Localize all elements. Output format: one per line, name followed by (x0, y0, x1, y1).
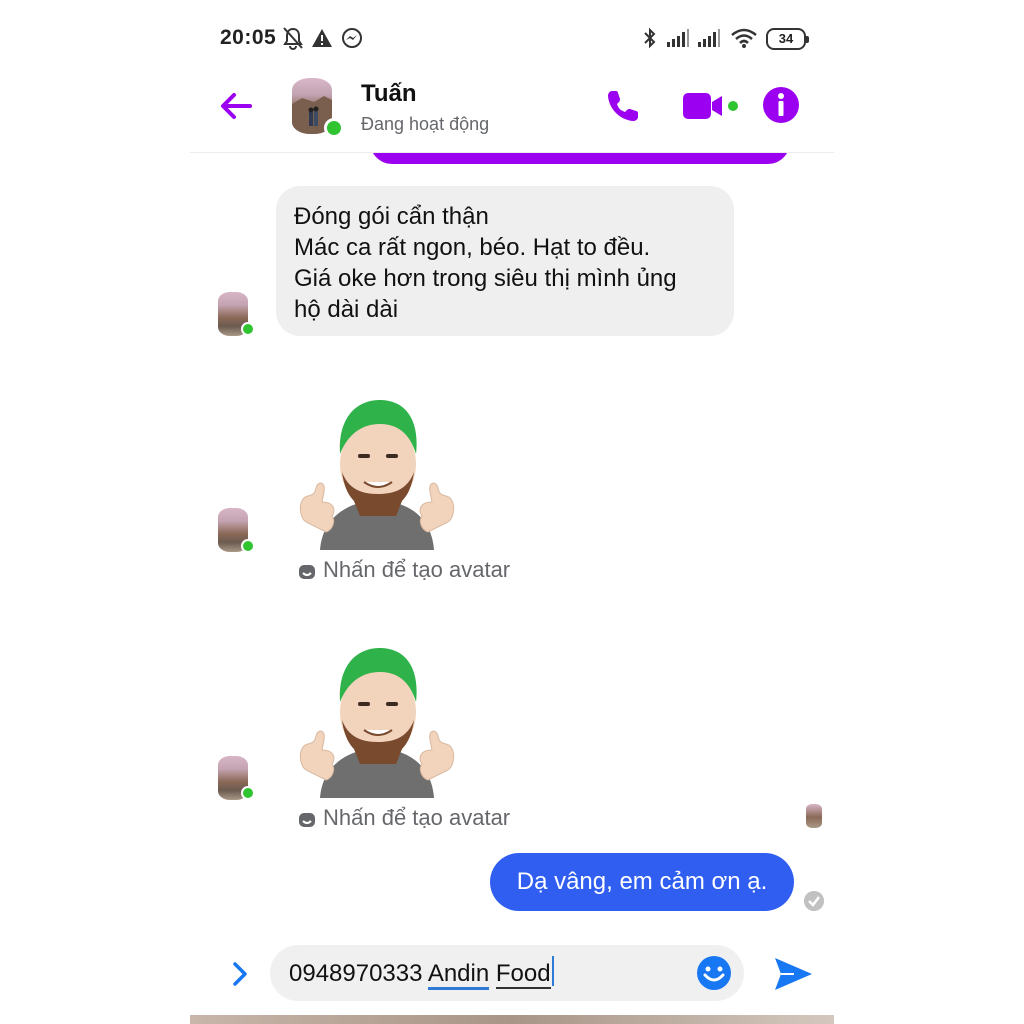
info-icon[interactable] (762, 86, 800, 124)
input-text-word: Food (495, 960, 551, 989)
outgoing-message-bubble[interactable]: Dạ vâng, em cảm ơn ạ. (490, 853, 794, 911)
status-time: 20:05 (220, 26, 277, 49)
warning-icon (312, 29, 332, 47)
mute-notification-icon (283, 27, 303, 50)
phone-icon[interactable] (603, 86, 643, 126)
signal-icon-2 (698, 29, 720, 47)
online-indicator (324, 118, 344, 138)
online-indicator (241, 786, 255, 800)
keyboard-edge (190, 1015, 834, 1024)
sent-check-icon (804, 891, 824, 911)
back-arrow-icon[interactable] (216, 86, 256, 126)
create-avatar-hint[interactable]: Nhấn để tạo avatar (323, 805, 510, 831)
status-bar: 20:05 34 (190, 0, 834, 76)
create-avatar-hint[interactable]: Nhấn để tạo avatar (323, 557, 510, 583)
message-line: Mác ca rất ngon, béo. Hạt to đều. (294, 234, 651, 261)
send-icon[interactable] (772, 954, 814, 994)
avatar-thumbs-up-sticker[interactable] (292, 392, 462, 552)
messenger-notification-icon (342, 28, 362, 48)
message-input[interactable]: 0948970333 Andin Food (270, 945, 744, 1001)
avatar-create-icon (299, 565, 315, 579)
message-line: hộ dài dài (294, 296, 399, 323)
avatar-thumbs-up-sticker[interactable] (292, 640, 462, 800)
incoming-message-bubble[interactable]: Đóng gói cẩn thận Mác ca rất ngon, béo. … (276, 186, 734, 336)
message-line: Giá oke hơn trong siêu thị mình ủng (294, 265, 677, 292)
online-indicator (241, 322, 255, 336)
input-text: 0948970333 (289, 960, 428, 987)
chat-header: Tuấn Đang hoạt động (190, 76, 834, 153)
signal-icon-1 (667, 29, 689, 47)
avatar-create-icon (299, 813, 315, 827)
message-line: Đóng gói cẩn thận (294, 203, 489, 230)
seen-receipt-avatar (806, 804, 822, 828)
text-caret (551, 956, 554, 986)
online-indicator (241, 539, 255, 553)
bluetooth-icon (644, 27, 656, 49)
emoji-icon[interactable] (696, 955, 732, 991)
video-camera-icon[interactable] (682, 91, 738, 121)
input-text-word: Andin (427, 960, 490, 990)
wifi-icon (731, 28, 757, 48)
contact-name[interactable]: Tuấn (361, 80, 417, 108)
chevron-right-icon[interactable] (228, 960, 252, 988)
messenger-screen: 20:05 34 Tuấn Đang hoạt động Đóng gói cẩ… (190, 0, 834, 1024)
contact-status: Đang hoạt động (361, 114, 490, 134)
battery-indicator: 34 (766, 28, 809, 50)
